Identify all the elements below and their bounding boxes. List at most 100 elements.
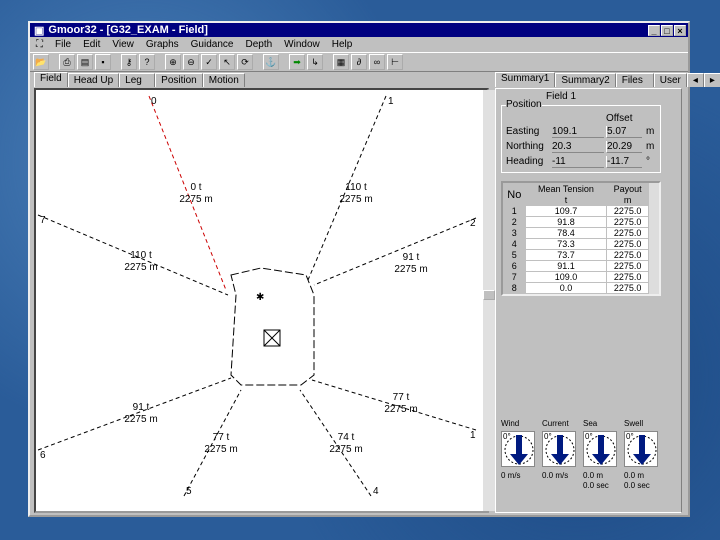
rotate-icon[interactable]: ⟳	[237, 54, 253, 70]
tab-field[interactable]: Field	[34, 72, 68, 87]
field-scrollbar[interactable]	[483, 90, 495, 511]
chain-icon[interactable]: ∞	[369, 54, 385, 70]
line-tension-label: 91 t	[133, 402, 150, 413]
vessel-outline	[230, 267, 315, 386]
direction-value: 0°	[503, 432, 511, 441]
minimize-button[interactable]: _	[648, 24, 660, 36]
close-button[interactable]: ×	[674, 24, 686, 36]
anchor-label[interactable]: 1	[388, 96, 394, 107]
save-icon[interactable]: ▪	[95, 54, 111, 70]
print-icon[interactable]: ⎙	[59, 54, 75, 70]
unit-payout: m	[606, 194, 649, 206]
pos-value: 20.3	[552, 141, 604, 153]
toolbar: 📂 ⎙ ▤ ▪ ⚷ ? ⊕ ⊖ ✓ ↖ ⟳ ⚓ ➡ ↳ ▦ ∂ ∞ ⊢	[30, 52, 688, 72]
current-gauge: 0°	[542, 431, 576, 467]
table-row[interactable]: 6 91.1 2275.0	[503, 260, 649, 272]
anchor-label[interactable]: 6	[40, 450, 46, 461]
anchor-label[interactable]: 2	[470, 218, 476, 229]
tab-user[interactable]: User	[653, 73, 687, 87]
env-value: 0.0 m	[624, 471, 645, 480]
mdi-icon[interactable]: ⛶	[36, 39, 43, 50]
mean-tension: 109.7	[524, 205, 608, 217]
arrow-right-icon[interactable]: ➡	[289, 54, 305, 70]
anchor-label[interactable]: 1	[470, 430, 476, 441]
table-row[interactable]: 4 73.3 2275.0	[503, 238, 649, 250]
help-icon[interactable]: ?	[139, 54, 155, 70]
menu-graphs[interactable]: Graphs	[146, 39, 179, 50]
grid-icon[interactable]: ▦	[333, 54, 349, 70]
window-title: Gmoor32 - [G32_EXAM - Field]	[48, 24, 208, 36]
summary-panel: Field 1 Position Offset Easting 109.1 5.07…	[495, 88, 682, 513]
direction-value: 0°	[544, 432, 552, 441]
table-row[interactable]: 5 73.7 2275.0	[503, 249, 649, 261]
field-view[interactable]: ✱ 0 0 t 2275 m 1 110 t 2275 m 2 91 t 2275 m 7 110 t…	[34, 88, 495, 513]
tab-scroll-right[interactable]: ▸	[703, 73, 720, 87]
menu-view[interactable]: View	[112, 39, 134, 50]
tab-files[interactable]: Files	[615, 73, 654, 87]
pos-offset: -11.7	[606, 156, 642, 168]
menu-guidance[interactable]: Guidance	[191, 39, 234, 50]
menu-window[interactable]: Window	[284, 39, 320, 50]
table-row[interactable]: 1 109.7 2275.0	[503, 205, 649, 217]
zoom-in-icon[interactable]: ⊕	[165, 54, 181, 70]
tab-motion[interactable]: Motion	[202, 73, 245, 87]
anchor-label[interactable]: 0	[151, 96, 157, 107]
table-row[interactable]: 7 109.0 2275.0	[503, 271, 649, 283]
line-tension-label: 77 t	[393, 392, 410, 403]
winch-icon[interactable]: ⊢	[387, 54, 403, 70]
line-payout-label: 2275 m	[384, 404, 417, 415]
direction-value: 0°	[585, 432, 593, 441]
payout: 2275.0	[606, 282, 649, 294]
mean-tension: 73.3	[524, 238, 608, 250]
table-scrollbar[interactable]	[649, 183, 659, 294]
tab-scroll-left[interactable]: ◂	[686, 73, 704, 87]
table-row[interactable]: 3 78.4 2275.0	[503, 227, 649, 239]
title-bar: ▣ Gmoor32 - [G32_EXAM - Field] _ □ ×	[30, 23, 688, 37]
mooring-line	[183, 389, 242, 497]
line-no: 4	[503, 238, 526, 250]
pos-unit: °	[646, 156, 650, 167]
key-icon[interactable]: ⚷	[121, 54, 137, 70]
tab-leg[interactable]: Leg	[119, 73, 156, 87]
field-header: Field 1	[546, 91, 577, 102]
menu-edit[interactable]: Edit	[83, 39, 100, 50]
pos-value: 109.1	[552, 126, 604, 138]
anchor-label[interactable]: 7	[40, 215, 46, 226]
col-payout: Payout	[606, 183, 649, 195]
tab-summary1[interactable]: Summary1	[495, 72, 556, 87]
line-tension-label: 0 t	[190, 182, 201, 193]
env-label: Sea	[583, 419, 598, 428]
payout: 2275.0	[606, 205, 649, 217]
anchor-icon[interactable]: ⚓	[263, 54, 279, 70]
preview-icon[interactable]: ▤	[77, 54, 93, 70]
env-label: Wind	[501, 419, 520, 428]
step-icon[interactable]: ↳	[307, 54, 323, 70]
menu-help[interactable]: Help	[332, 39, 353, 50]
line-payout-label: 2275 m	[204, 444, 237, 455]
table-row[interactable]: 2 91.8 2275.0	[503, 216, 649, 228]
anchor-label[interactable]: 4	[373, 486, 379, 497]
swell-gauge: 0°	[624, 431, 658, 467]
payout: 2275.0	[606, 260, 649, 272]
menu-depth[interactable]: Depth	[245, 39, 272, 50]
zoom-out-icon[interactable]: ⊖	[183, 54, 199, 70]
mooring-plot: ✱00 t2275 m1110 t2275 m291 t2275 m7110 t…	[37, 95, 477, 497]
mean-tension: 73.7	[524, 249, 608, 261]
pos-unit: m	[646, 126, 655, 137]
tab-summary2[interactable]: Summary2	[555, 73, 616, 87]
anchor-label[interactable]: 5	[186, 486, 192, 497]
tab-position[interactable]: Position	[155, 73, 203, 87]
maximize-button[interactable]: □	[661, 24, 673, 36]
table-row[interactable]: 8 0.0 2275.0	[503, 282, 649, 294]
open-icon[interactable]: 📂	[33, 54, 49, 70]
line-no: 1	[503, 205, 526, 217]
offset-label: Offset	[606, 113, 633, 124]
select-icon[interactable]: ↖	[219, 54, 235, 70]
menu-file[interactable]: File	[55, 39, 71, 50]
link-icon[interactable]: ∂	[351, 54, 367, 70]
check-icon[interactable]: ✓	[201, 54, 217, 70]
position-group: Position Offset Easting 109.1 5.07 m Northin…	[501, 99, 661, 173]
tab-head-up[interactable]: Head Up	[67, 73, 120, 87]
col-no: No	[503, 183, 526, 206]
pos-label: Easting	[506, 126, 540, 137]
